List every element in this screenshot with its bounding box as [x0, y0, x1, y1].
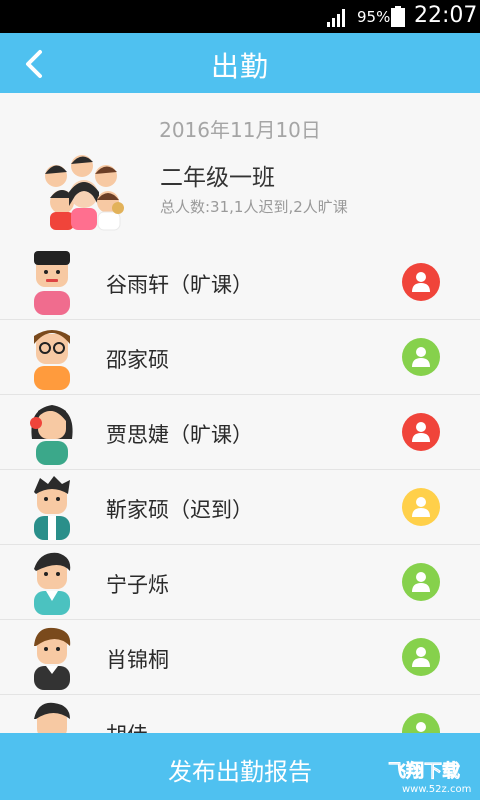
watermark-logo: 飞翔下载 www.52z.com [388, 760, 472, 795]
person-icon [412, 272, 430, 292]
student-name: 肖锦桐 [106, 648, 169, 672]
attendance-status-button[interactable] [402, 563, 440, 601]
person-icon [416, 722, 426, 732]
student-avatar-icon [34, 251, 70, 315]
person-icon [412, 497, 430, 517]
svg-text:飞翔下载: 飞翔下载 [388, 760, 460, 782]
student-name: 邵家硕 [106, 348, 169, 372]
attendance-status-button[interactable] [402, 638, 440, 676]
student-avatar-icon [34, 627, 71, 690]
student-row[interactable]: 宁子烁 [0, 545, 480, 620]
student-list: 谷雨轩（旷课） 邵家硕 贾思婕（旷课） 靳家硕（迟到） 宁子烁 肖锦桐 [0, 245, 480, 733]
student-row[interactable]: 肖锦桐 [0, 620, 480, 695]
class-group-avatar [45, 155, 124, 231]
student-row[interactable]: 胡佳 [0, 695, 480, 733]
person-icon [412, 347, 430, 367]
student-name: 谷雨轩（旷课） [106, 273, 253, 297]
student-name: 宁子烁 [106, 573, 169, 597]
student-row[interactable]: 靳家硕（迟到） [0, 470, 480, 545]
battery-icon [391, 6, 405, 27]
student-avatar-icon [34, 552, 71, 615]
student-row[interactable]: 谷雨轩（旷课） [0, 245, 480, 320]
signal-icon [327, 9, 345, 27]
person-icon [412, 572, 430, 592]
svg-text:www.52z.com: www.52z.com [402, 784, 471, 795]
attendance-summary: 总人数:31,1人迟到,2人旷课 [160, 198, 348, 216]
class-name: 二年级一班 [160, 165, 275, 191]
attendance-status-button[interactable] [402, 713, 440, 733]
student-avatar-icon [34, 702, 70, 733]
student-row[interactable]: 贾思婕（旷课） [0, 395, 480, 470]
student-avatar-icon [34, 476, 70, 540]
attendance-status-button[interactable] [402, 338, 440, 376]
clock: 22:07 [414, 3, 478, 28]
student-avatar-icon [30, 405, 73, 465]
attendance-date: 2016年11月10日 [159, 118, 321, 142]
page-title: 出勤 [210, 50, 269, 83]
attendance-status-button[interactable] [402, 488, 440, 526]
person-icon [412, 422, 430, 442]
person-icon [412, 647, 430, 667]
attendance-status-button[interactable] [402, 263, 440, 301]
student-name: 胡佳 [106, 719, 148, 733]
student-name: 靳家硕（迟到） [106, 498, 253, 522]
student-avatar-icon [34, 330, 70, 390]
attendance-status-button[interactable] [402, 413, 440, 451]
app-bar: 出勤 [0, 33, 480, 93]
student-name: 贾思婕（旷课） [106, 423, 253, 447]
battery-percentage: 95% [357, 8, 391, 26]
student-row[interactable]: 邵家硕 [0, 320, 480, 395]
status-bar: 95% 22:07 [0, 0, 480, 33]
